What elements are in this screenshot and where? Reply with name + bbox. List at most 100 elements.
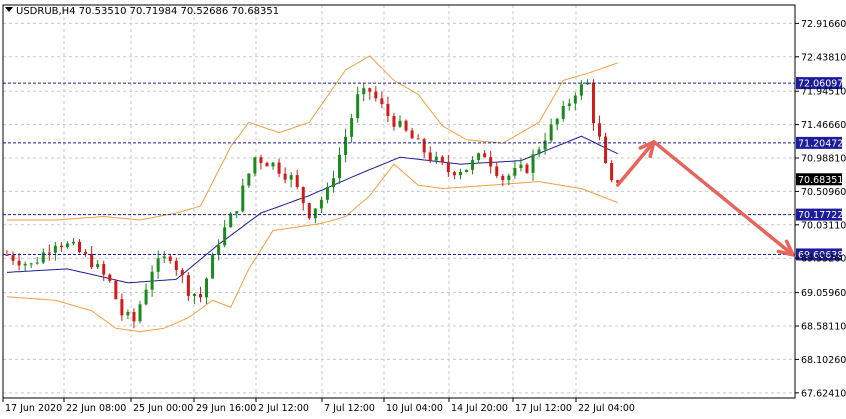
- candle: [78, 239, 82, 254]
- candle-body: [235, 211, 239, 214]
- candle: [283, 167, 287, 184]
- candle: [108, 273, 112, 283]
- candle: [610, 160, 614, 183]
- candle: [495, 162, 499, 179]
- candle: [96, 260, 100, 270]
- triangle-down-icon[interactable]: [5, 7, 13, 12]
- candle-body: [398, 120, 402, 127]
- chart-grid: [2, 5, 795, 398]
- candle-body: [53, 245, 57, 253]
- candle-body: [591, 82, 595, 124]
- candle: [192, 293, 196, 305]
- candle: [41, 248, 45, 265]
- bollinger-lower: [6, 163, 618, 333]
- candle-body: [186, 275, 190, 296]
- candle: [404, 119, 408, 133]
- candle: [150, 265, 154, 297]
- candle: [350, 113, 354, 143]
- candle-body: [573, 95, 577, 104]
- candle: [65, 241, 69, 249]
- candle-body: [501, 175, 505, 181]
- candle: [477, 152, 481, 164]
- candle-body: [374, 91, 378, 99]
- candle: [344, 128, 348, 163]
- candle: [241, 178, 245, 213]
- candle-body: [174, 260, 178, 271]
- candle-body: [102, 264, 106, 275]
- candle-body: [434, 156, 438, 161]
- candle-body: [271, 162, 275, 167]
- candle-body: [96, 264, 100, 268]
- candle: [295, 169, 299, 190]
- candle: [223, 220, 227, 248]
- candle-body: [368, 88, 372, 92]
- candle: [531, 149, 535, 181]
- candle: [368, 87, 372, 100]
- horizontal-levels[interactable]: 72.0609771.2047270.1772269.60638: [3, 77, 843, 261]
- candle-body: [416, 138, 420, 140]
- candle: [144, 283, 148, 306]
- x-tick-label: 17 Jun 2020: [5, 403, 62, 414]
- candle: [174, 257, 178, 276]
- candle: [422, 137, 426, 158]
- candle: [23, 261, 27, 272]
- candle: [114, 280, 118, 300]
- candle-body: [471, 159, 475, 170]
- candle-body: [531, 154, 535, 173]
- plot-frame: [2, 4, 796, 399]
- candle: [211, 252, 215, 279]
- candle-body: [211, 254, 215, 279]
- x-tick-label: 25 Jun 00:00: [133, 403, 193, 414]
- candle-body: [132, 312, 136, 322]
- candle: [410, 127, 414, 139]
- candle-body: [549, 124, 553, 141]
- forecast-arrows: [615, 140, 795, 257]
- candle: [356, 86, 360, 123]
- candle-body: [11, 255, 15, 261]
- x-tick-label: 14 Jul 20:00: [451, 403, 508, 414]
- candle-body: [422, 139, 426, 153]
- candle: [374, 86, 378, 102]
- candle-body: [198, 294, 202, 298]
- candle: [217, 239, 221, 261]
- price-chart[interactable]: 72.0609771.2047270.1772269.60638 72.9166…: [0, 0, 846, 419]
- candle: [29, 262, 33, 269]
- candle-body: [120, 299, 124, 316]
- candle: [398, 115, 402, 129]
- candle-body: [344, 136, 348, 155]
- candle: [84, 249, 88, 257]
- arrow-shaft: [615, 140, 656, 187]
- candle-body: [156, 258, 160, 272]
- candle-body: [90, 253, 94, 268]
- y-tick-label: 71.46660: [801, 120, 846, 131]
- candle-body: [350, 118, 354, 137]
- arrow-shaft: [652, 140, 795, 257]
- candle-body: [138, 304, 142, 322]
- candle: [11, 251, 15, 265]
- candle: [434, 151, 438, 164]
- y-tick-label: 67.62410: [801, 388, 846, 399]
- candle-body: [265, 162, 269, 167]
- candle-body: [610, 163, 614, 181]
- candle: [585, 79, 589, 86]
- bollinger-upper: [7, 55, 618, 221]
- candle-body: [338, 154, 342, 179]
- candle: [440, 155, 444, 166]
- candle-body: [356, 94, 360, 119]
- time-axis[interactable]: 17 Jun 2020 22 Jun 08:00 25 Jun 00:00 29 Ju…: [2, 398, 635, 414]
- candle-body: [35, 262, 39, 264]
- candle: [416, 134, 420, 140]
- candle: [555, 117, 559, 131]
- candle-body: [59, 245, 63, 248]
- candle-body: [144, 289, 148, 305]
- candle-body: [525, 164, 529, 173]
- candle: [567, 98, 571, 111]
- candle-body: [543, 140, 547, 150]
- x-tick-label: 29 Jun 16:00: [196, 403, 256, 414]
- candle-body: [162, 256, 166, 259]
- candle: [120, 293, 124, 321]
- candle-body: [507, 175, 511, 181]
- candle-body: [567, 103, 571, 107]
- candle-body: [192, 294, 196, 296]
- candle-body: [428, 152, 432, 161]
